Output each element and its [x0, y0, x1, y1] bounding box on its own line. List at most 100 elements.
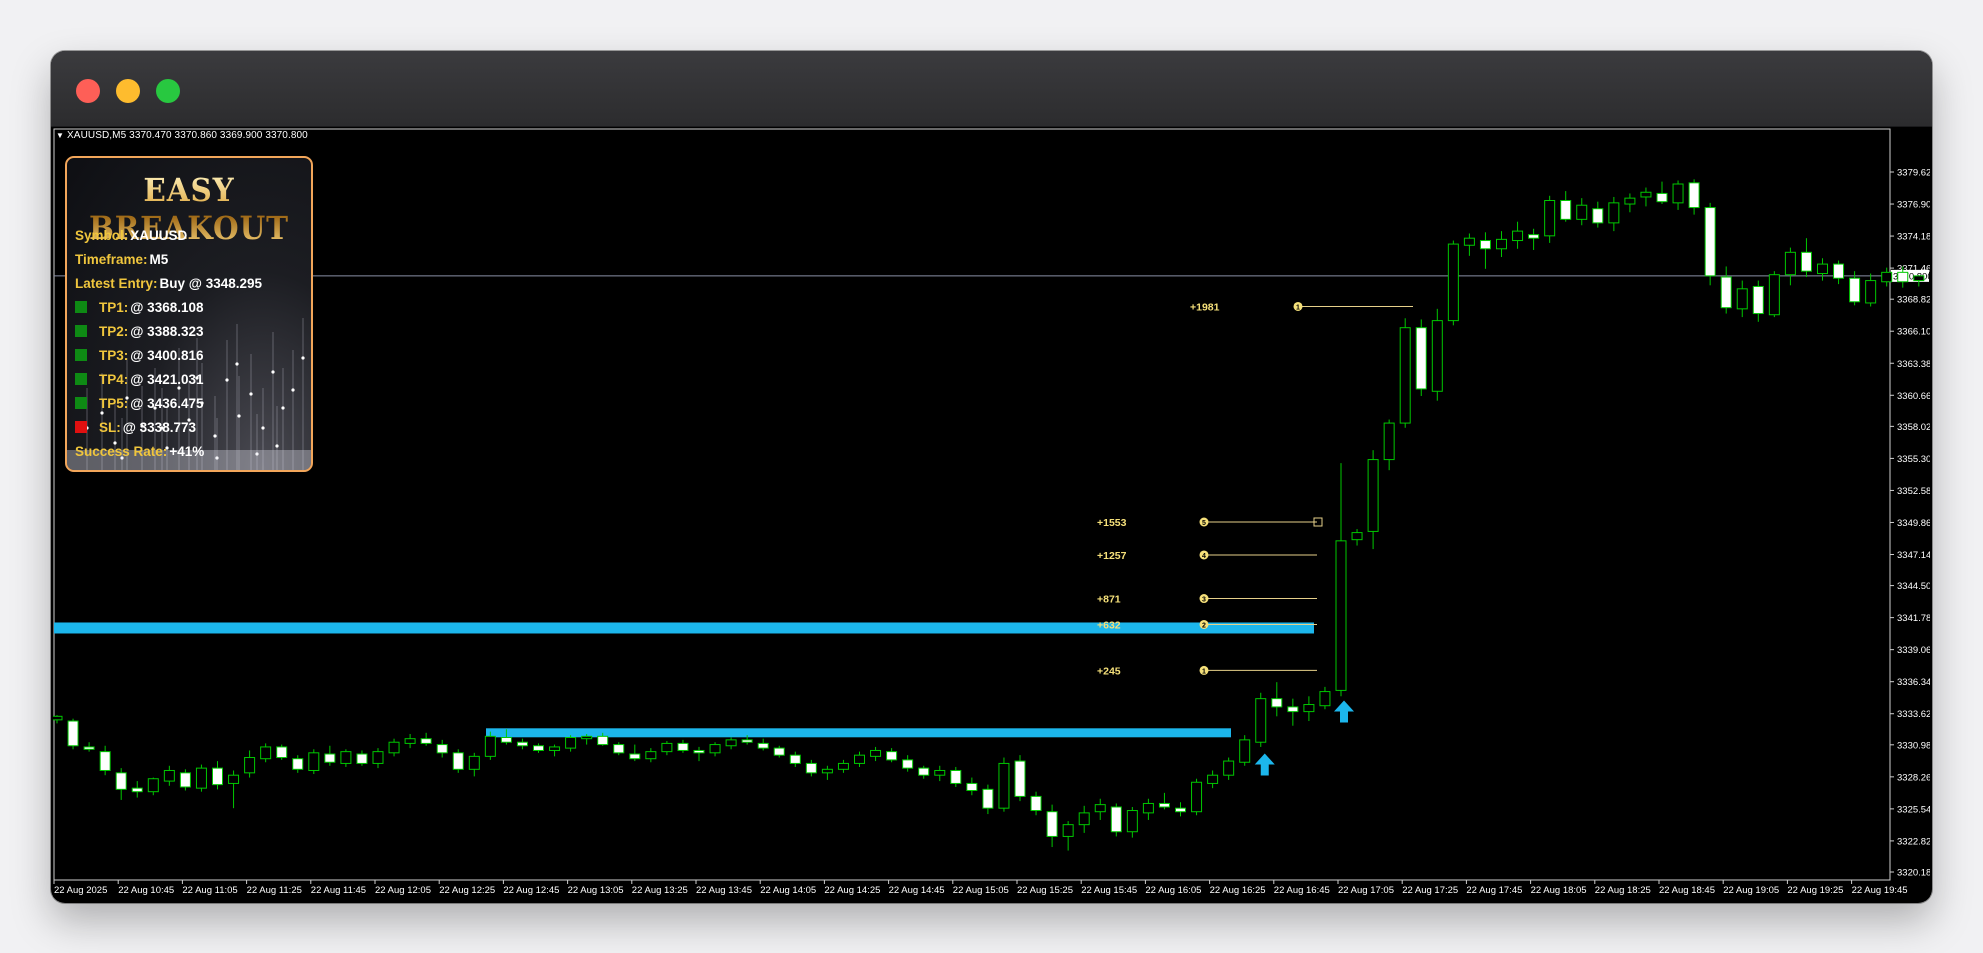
bull-candle [1736, 288, 1748, 310]
price-axis-label: 3341.780 [1897, 613, 1930, 624]
tp1-label: TP1: [99, 300, 129, 315]
bear-candle [1800, 251, 1812, 272]
zoom-button[interactable] [156, 79, 180, 103]
bear-candle [789, 754, 801, 764]
sl-status-square [75, 421, 87, 433]
minimize-button[interactable] [116, 79, 140, 103]
symbol-info-bar: ▼ XAUUSD,M5 3370.470 3370.860 3369.900 33… [56, 130, 308, 141]
time-axis-label: 22 Aug 2025 [54, 885, 107, 896]
success-rate-row: Success Rate: +41% [75, 444, 204, 459]
bear-candle [99, 751, 111, 771]
price-axis-label: 3376.900 [1897, 200, 1930, 211]
sparkle-dot [275, 444, 279, 448]
bull-candle [404, 738, 416, 744]
sl-row: SL: @ 3338.773 [75, 420, 196, 435]
time-axis-label: 22 Aug 16:25 [1210, 885, 1266, 896]
buy-arrow-icon [1254, 753, 1275, 776]
price-axis-label: 3379.620 [1897, 168, 1930, 179]
bull-candle [53, 715, 63, 721]
bull-candle [1512, 230, 1524, 242]
bull-candle [1640, 191, 1652, 198]
candlestick-chart[interactable]: 3379.6203376.9003374.1803371.4603368.820… [53, 128, 1930, 901]
price-axis-label: 3328.260 [1897, 772, 1930, 783]
success-rate-value: +41% [169, 444, 205, 459]
time-axis-label: 22 Aug 19:25 [1787, 885, 1843, 896]
price-axis-label: 3374.180 [1897, 232, 1930, 243]
bull-candle [1207, 774, 1219, 784]
bear-candle [1833, 263, 1845, 279]
time-axis-label: 22 Aug 15:25 [1017, 885, 1073, 896]
bull-candle [195, 767, 207, 789]
bull-candle [1463, 237, 1475, 246]
timeframe-label: Timeframe: [75, 252, 148, 267]
bear-candle [597, 735, 609, 746]
bull-candle [1239, 739, 1251, 763]
bear-candle [324, 753, 336, 763]
tp3-status-square [75, 349, 87, 361]
bull-candle [1447, 243, 1459, 322]
bull-candle [260, 746, 272, 760]
bull-candle [1351, 532, 1363, 541]
bull-candle [565, 737, 577, 749]
tp5-label: TP5: [99, 396, 129, 411]
bull-candle [1672, 183, 1684, 204]
success-rate-label: Success Rate: [75, 444, 168, 459]
tp-marker-number: 1 [1296, 304, 1300, 311]
bear-candle [1688, 182, 1700, 209]
bear-candle [918, 767, 930, 776]
sparkle-dot [261, 426, 265, 430]
bear-candle [533, 745, 544, 751]
bear-candle [420, 738, 432, 744]
bear-candle [629, 753, 641, 760]
bear-candle [613, 744, 625, 754]
tp2-status-square [75, 325, 87, 337]
time-axis-label: 22 Aug 15:45 [1081, 885, 1137, 896]
tp-profit-label: +871 [1097, 594, 1121, 606]
bull-candle [1191, 781, 1203, 813]
tp-marker-number: 2 [1202, 622, 1206, 629]
bull-candle [1544, 199, 1556, 237]
sparkle-dot [225, 378, 229, 382]
timeframe-row: Timeframe: M5 [75, 252, 168, 267]
timeframe-value: M5 [149, 252, 169, 267]
bear-candle [757, 742, 769, 749]
bull-candle [228, 774, 240, 784]
entry-label: Latest Entry: [75, 276, 158, 291]
bear-candle [1656, 192, 1668, 203]
app-window: 3379.6203376.9003374.1803371.4603368.820… [51, 51, 1932, 903]
time-axis-label: 22 Aug 14:45 [889, 885, 945, 896]
bull-candle [1335, 540, 1347, 691]
bear-candle [1560, 199, 1572, 220]
bear-candle [436, 744, 448, 754]
bull-candle [934, 769, 946, 776]
bull-candle [821, 768, 833, 774]
bull-candle [372, 751, 384, 764]
close-button[interactable] [76, 79, 100, 103]
bull-candle [1223, 760, 1235, 776]
bear-candle [1287, 706, 1299, 713]
bull-candle [1367, 459, 1379, 532]
bull-candle [1126, 810, 1138, 833]
bull-candle [147, 778, 159, 793]
bull-candle [1624, 197, 1636, 205]
price-axis-label: 3330.980 [1897, 740, 1930, 751]
price-chart[interactable]: 3379.6203376.9003374.1803371.4603368.820… [53, 128, 1930, 901]
bear-candle [1158, 802, 1170, 808]
price-axis-label: 3344.500 [1897, 581, 1930, 592]
bull-candle [870, 749, 882, 757]
title-bar [51, 51, 1932, 127]
dropdown-arrow-icon[interactable]: ▼ [56, 131, 64, 140]
bear-candle [1479, 240, 1491, 250]
entry-value: Buy @ 3348.295 [159, 276, 263, 291]
bear-candle [212, 767, 223, 786]
bear-candle [1046, 811, 1058, 837]
bear-candle [83, 746, 95, 750]
time-axis-label: 22 Aug 14:05 [760, 885, 816, 896]
tp2-value: @ 3388.323 [130, 324, 204, 339]
tp-profit-label: +632 [1097, 619, 1121, 631]
bear-candle [966, 782, 978, 792]
tp3-label: TP3: [99, 348, 129, 363]
bear-candle [1897, 271, 1909, 283]
time-axis-label: 22 Aug 12:05 [375, 885, 431, 896]
bull-candle [854, 754, 865, 764]
